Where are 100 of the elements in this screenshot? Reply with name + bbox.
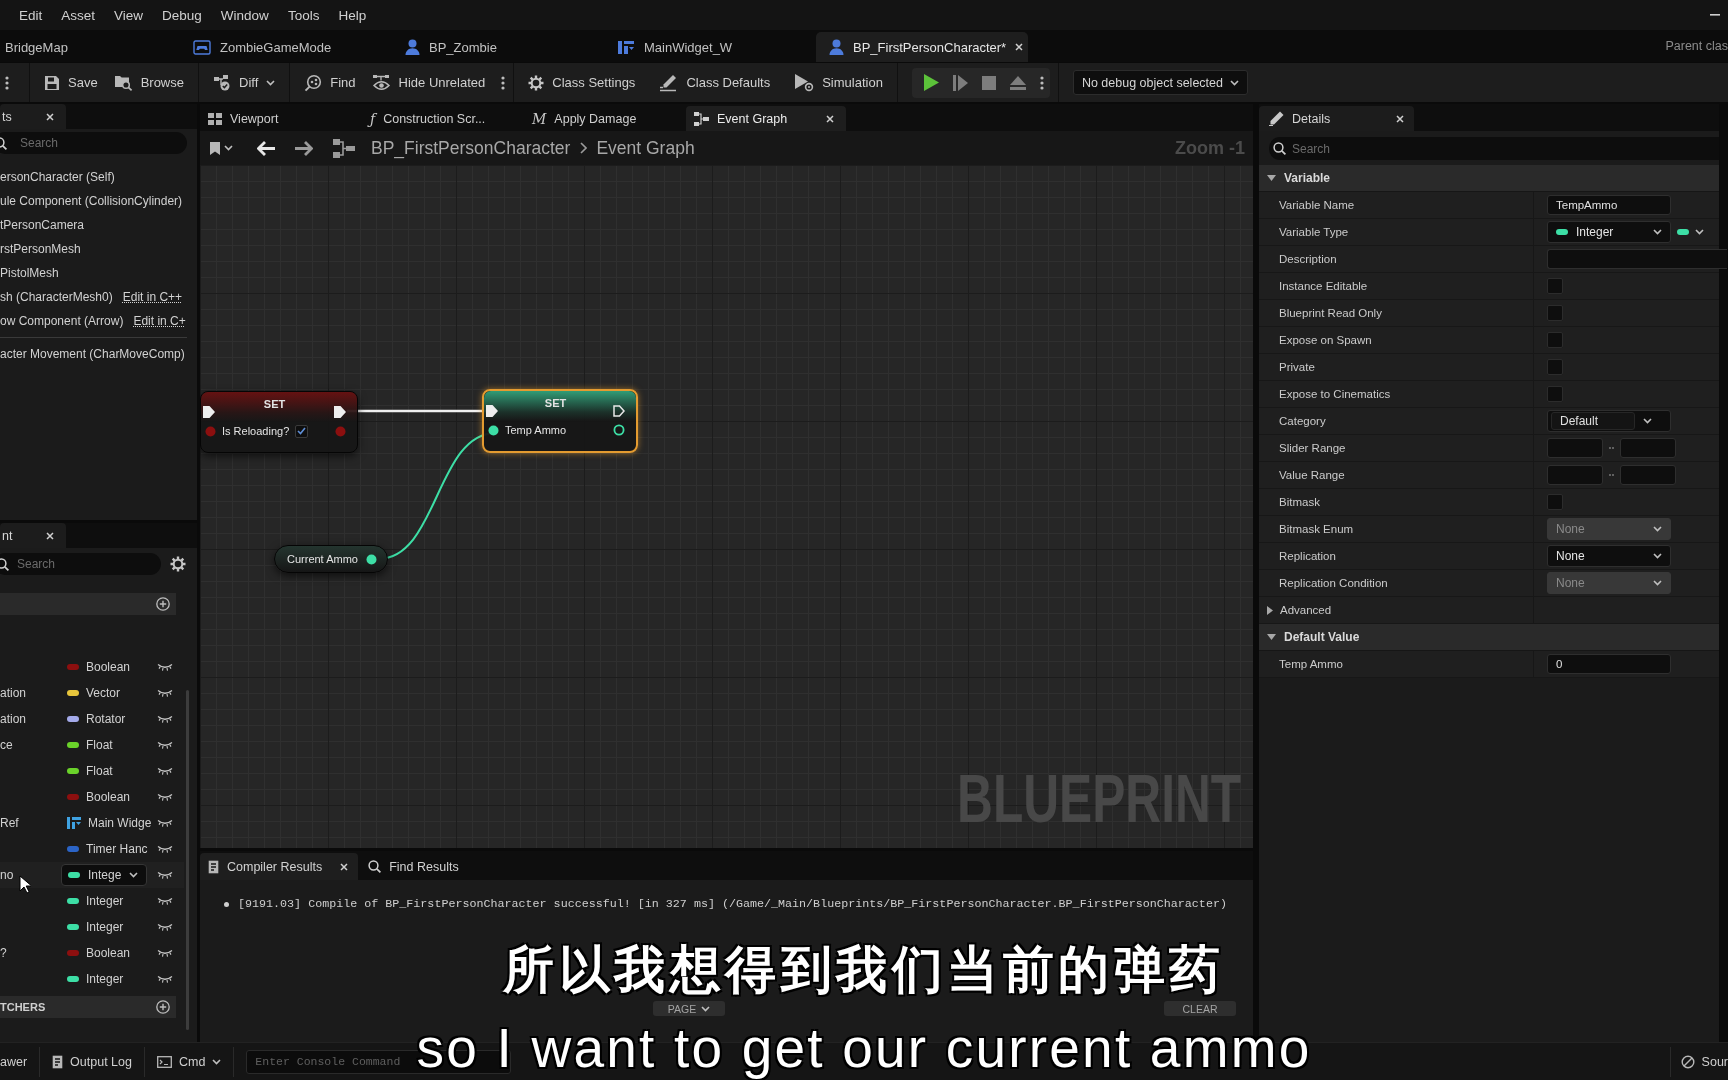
property-label[interactable]: Advanced [1280, 604, 1332, 616]
toolbar-button[interactable]: Save [38, 67, 104, 98]
max-field[interactable] [1620, 465, 1676, 485]
checkbox[interactable] [1547, 386, 1563, 402]
set-node[interactable]: SET Is Reloading? [200, 391, 358, 453]
variable-row[interactable]: Boolean [0, 784, 184, 810]
variable-row[interactable]: Timer Hanc [0, 836, 184, 862]
category-combobox[interactable]: Default [1547, 410, 1671, 432]
text-field[interactable]: 0 [1547, 654, 1671, 674]
type-dropdown[interactable]: Integer [1547, 221, 1671, 243]
pin-ring-icon[interactable] [613, 424, 625, 436]
search-field[interactable]: Search [0, 553, 161, 575]
set-node[interactable]: SET Temp Ammo [482, 389, 638, 453]
debug-object-dropdown[interactable]: No debug object selected [1072, 70, 1248, 95]
variable-row[interactable]: Integer [0, 914, 184, 940]
panel-tab[interactable]: Details [1259, 106, 1414, 131]
section-header[interactable]: Default Value [1259, 624, 1719, 651]
pin-dot-icon[interactable] [488, 424, 499, 436]
toolbar-button[interactable]: Class Settings [522, 67, 642, 98]
document-tab[interactable]: M Apply Damage [524, 106, 684, 131]
panel-tab[interactable]: Find Results [360, 853, 469, 880]
checkbox[interactable] [295, 424, 309, 438]
blueprint-name[interactable]: BP_FirstPersonCharacter [371, 137, 571, 159]
variable-row[interactable]: ation Rotator [0, 706, 184, 732]
pin-dot-icon[interactable] [335, 425, 346, 437]
description-field[interactable] [1547, 249, 1727, 269]
checkbox[interactable] [1547, 332, 1563, 348]
pin-dot-icon[interactable] [205, 425, 216, 437]
component-item[interactable]: ule Component (CollisionCylinder) [0, 194, 183, 208]
type-dropdown[interactable]: Intege [61, 864, 148, 886]
variable-row[interactable]: ation Vector [0, 680, 184, 706]
component-item[interactable]: acter Movement (CharMoveComp) [0, 347, 185, 361]
menu-item[interactable]: Window [220, 7, 269, 23]
min-field[interactable] [1547, 465, 1603, 485]
asset-tab[interactable]: ZombieGameMode [180, 32, 392, 62]
component-item[interactable]: sh (CharacterMesh0) [0, 290, 113, 304]
triangle-down-icon[interactable] [1267, 634, 1276, 640]
dropdown[interactable]: None [1547, 545, 1671, 567]
triangle-right-icon[interactable] [1267, 605, 1273, 615]
scrollbar[interactable] [186, 690, 189, 1030]
variable-row[interactable]: Integer [0, 888, 184, 914]
status-button[interactable]: Cmd [144, 1046, 235, 1077]
max-field[interactable] [1620, 438, 1676, 458]
toolbar-button[interactable]: Diff [207, 67, 282, 98]
menu-item[interactable]: Help [338, 7, 367, 23]
asset-tab[interactable]: BP_Zombie [392, 32, 604, 62]
section-header[interactable] [0, 593, 176, 615]
status-button[interactable]: Output Log [40, 1046, 145, 1077]
panel-tab[interactable]: Compiler Results [200, 853, 359, 880]
checkbox[interactable] [1547, 494, 1563, 510]
variable-row[interactable]: no Intege [0, 862, 184, 888]
menu-item[interactable]: View [114, 7, 144, 23]
edit-link[interactable]: Edit in C++ [122, 290, 183, 304]
search-field[interactable]: Search [1269, 137, 1719, 160]
menu-item[interactable]: Tools [287, 7, 320, 23]
variable-row[interactable]: Integer [0, 966, 184, 992]
asset-tab[interactable]: MainWidget_W [604, 32, 816, 62]
toolbar-button[interactable]: Find [298, 67, 362, 98]
text-field[interactable]: TempAmmo [1547, 195, 1671, 215]
triangle-down-icon[interactable] [1267, 175, 1276, 181]
variable-row[interactable]: Ref Main Widge [0, 810, 184, 836]
component-item[interactable]: ow Component (Arrow) [0, 314, 124, 328]
component-item[interactable]: PistolMesh [0, 266, 59, 280]
status-button[interactable]: Sour [1669, 1046, 1728, 1077]
graph-name[interactable]: Event Graph [596, 137, 695, 159]
section-header[interactable]: TCHERS [0, 996, 176, 1018]
menu-item[interactable]: Edit [19, 7, 43, 23]
search-field[interactable]: Search [0, 132, 187, 154]
bookmark-button[interactable] [210, 141, 233, 155]
checkbox[interactable] [1547, 305, 1563, 321]
document-tab[interactable]: Viewport [200, 106, 360, 131]
toolbar-button[interactable]: Hide Unrelated [365, 67, 492, 98]
toolbar-button[interactable]: Browse [107, 67, 190, 98]
get-node[interactable]: Current Ammo [274, 545, 388, 573]
variable-row[interactable]: Boolean [0, 654, 184, 680]
checkbox[interactable] [1547, 359, 1563, 375]
component-item[interactable]: ersonCharacter (Self) [0, 170, 115, 184]
checkbox[interactable] [1547, 278, 1563, 294]
toolbar-button[interactable]: Class Defaults [653, 67, 777, 98]
variable-row[interactable]: Float [0, 758, 184, 784]
panel-tab[interactable]: ts [0, 104, 66, 129]
asset-tab[interactable]: BP_FirstPersonCharacter* [816, 32, 1028, 62]
min-field[interactable] [1547, 438, 1603, 458]
document-tab[interactable]: Event Graph [686, 106, 846, 131]
panel-button[interactable]: CLEAR [1164, 1001, 1236, 1016]
variable-row[interactable]: ? Boolean [0, 940, 184, 966]
status-button[interactable]: awer [0, 1046, 41, 1077]
component-item[interactable]: rstPersonMesh [0, 242, 81, 256]
panel-button[interactable]: PAGE [653, 1001, 725, 1016]
panel-tab[interactable]: nt [0, 523, 66, 548]
component-item[interactable]: tPersonCamera [0, 218, 85, 232]
menu-item[interactable]: Asset [61, 7, 96, 23]
pin-dot-icon[interactable] [365, 553, 377, 565]
document-tab[interactable]: ƒ Construction Scr... [362, 106, 522, 131]
variable-row[interactable]: ce Float [0, 732, 184, 758]
menu-item[interactable]: Debug [162, 7, 202, 23]
section-header[interactable]: Variable [1259, 165, 1719, 192]
asset-tab[interactable]: BridgeMap [0, 32, 180, 62]
edit-link[interactable]: Edit in C+ [133, 314, 186, 328]
toolbar-button[interactable]: Simulation [788, 67, 889, 98]
